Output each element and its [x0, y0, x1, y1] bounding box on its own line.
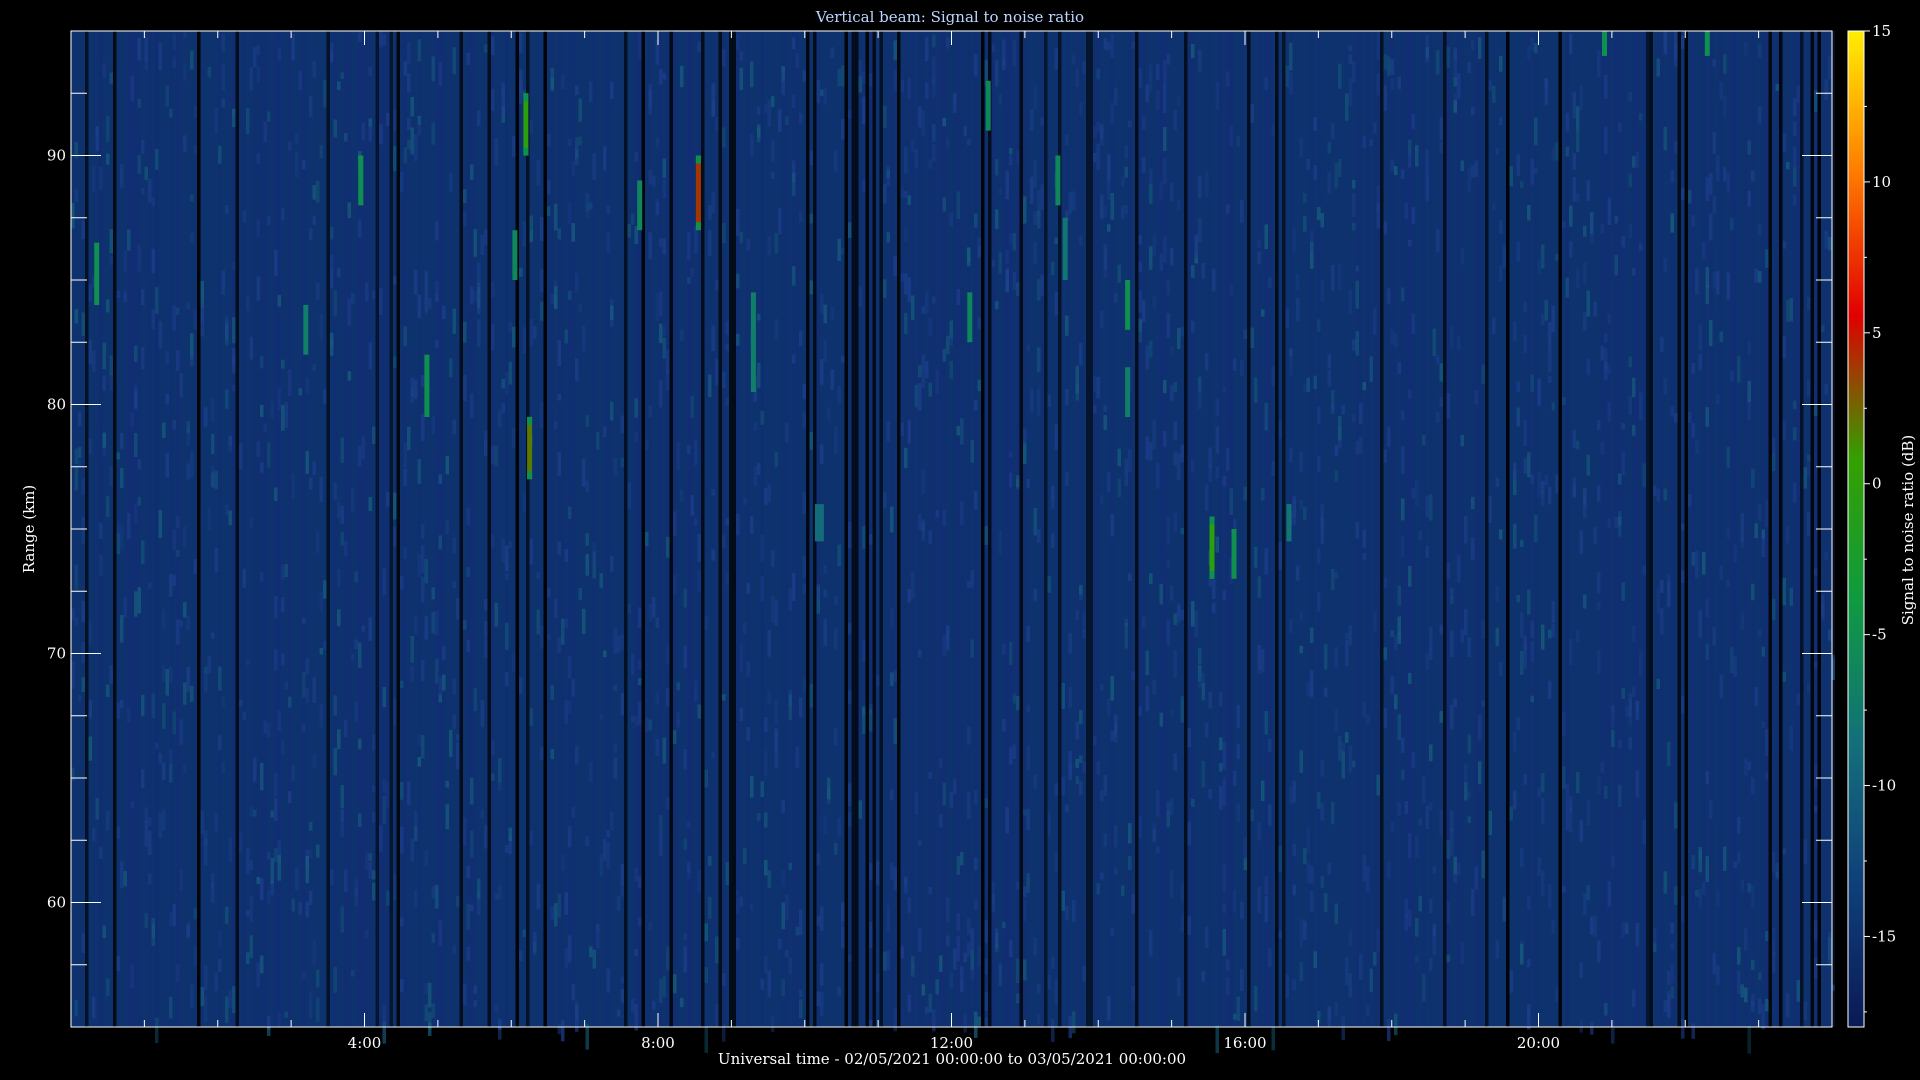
y-tick-label: 80	[47, 396, 66, 414]
echo-7-edge-bottom	[527, 471, 533, 480]
echo-3	[358, 155, 364, 206]
echo-17	[1125, 367, 1131, 417]
echo-6	[523, 93, 529, 156]
echo-13	[985, 80, 991, 131]
colorbar-tick-label: 15	[1872, 22, 1891, 40]
colorbar-tick-label: 0	[1872, 475, 1882, 493]
echo-22	[1704, 31, 1710, 56]
colorbar-gradient	[1847, 30, 1865, 1028]
colorbar-tick-label: -5	[1872, 626, 1887, 644]
echo-18	[1209, 516, 1215, 579]
echo-2	[303, 304, 309, 355]
echo-16	[1125, 280, 1131, 330]
colorbar-tick-label: -10	[1872, 777, 1896, 795]
x-axis-label: Universal time - 02/05/2021 00:00:00 to …	[718, 1050, 1186, 1068]
echo-8	[637, 180, 643, 231]
echo-6-edge-top	[523, 93, 529, 102]
echo-6-edge-bottom	[523, 147, 529, 156]
echo-4	[424, 354, 430, 417]
colorbar-label: Signal to noise ratio (dB)	[1899, 435, 1917, 626]
chart-title: Vertical beam: Signal to noise ratio	[815, 8, 1084, 26]
echo-9-edge-top	[695, 155, 701, 164]
colorbar-tick-label: -15	[1872, 927, 1896, 945]
echo-19	[1231, 529, 1237, 579]
echo-12	[967, 292, 973, 343]
y-tick-label: 60	[47, 894, 66, 912]
colorbar-tick-label: 10	[1872, 173, 1891, 191]
echo-9-edge-bottom	[695, 222, 701, 231]
echo-14	[1055, 155, 1061, 206]
y-tick-label: 70	[47, 645, 66, 663]
x-tick-label: 20:00	[1517, 1034, 1560, 1052]
colorbar: 15 10 5 0 -5 -10 -15	[1847, 22, 1896, 1028]
echo-15	[1062, 217, 1068, 281]
echo-18-edge-bottom	[1209, 570, 1215, 579]
echo-7-edge-top	[527, 416, 533, 425]
echo-1	[94, 242, 100, 305]
y-axis-label: Range (km)	[20, 485, 38, 574]
colorbar-tick-label: 5	[1872, 324, 1882, 342]
x-tick-label: 16:00	[1223, 1034, 1266, 1052]
x-tick-label: 4:00	[348, 1034, 382, 1052]
echo-9	[695, 155, 701, 231]
echo-10	[750, 292, 756, 392]
echo-21	[1602, 31, 1607, 56]
heatmap-plot-area	[71, 31, 1835, 1054]
echo-20	[1286, 504, 1292, 542]
echo-7	[527, 416, 533, 480]
y-tick-label: 90	[47, 147, 66, 165]
echo-18-edge-top	[1209, 516, 1215, 525]
echo-5	[512, 230, 518, 280]
snr-chart: Vertical beam: Signal to noise ratio 4:0…	[20, 8, 1917, 1068]
x-tick-label: 8:00	[641, 1034, 675, 1052]
echo-11	[814, 504, 824, 542]
